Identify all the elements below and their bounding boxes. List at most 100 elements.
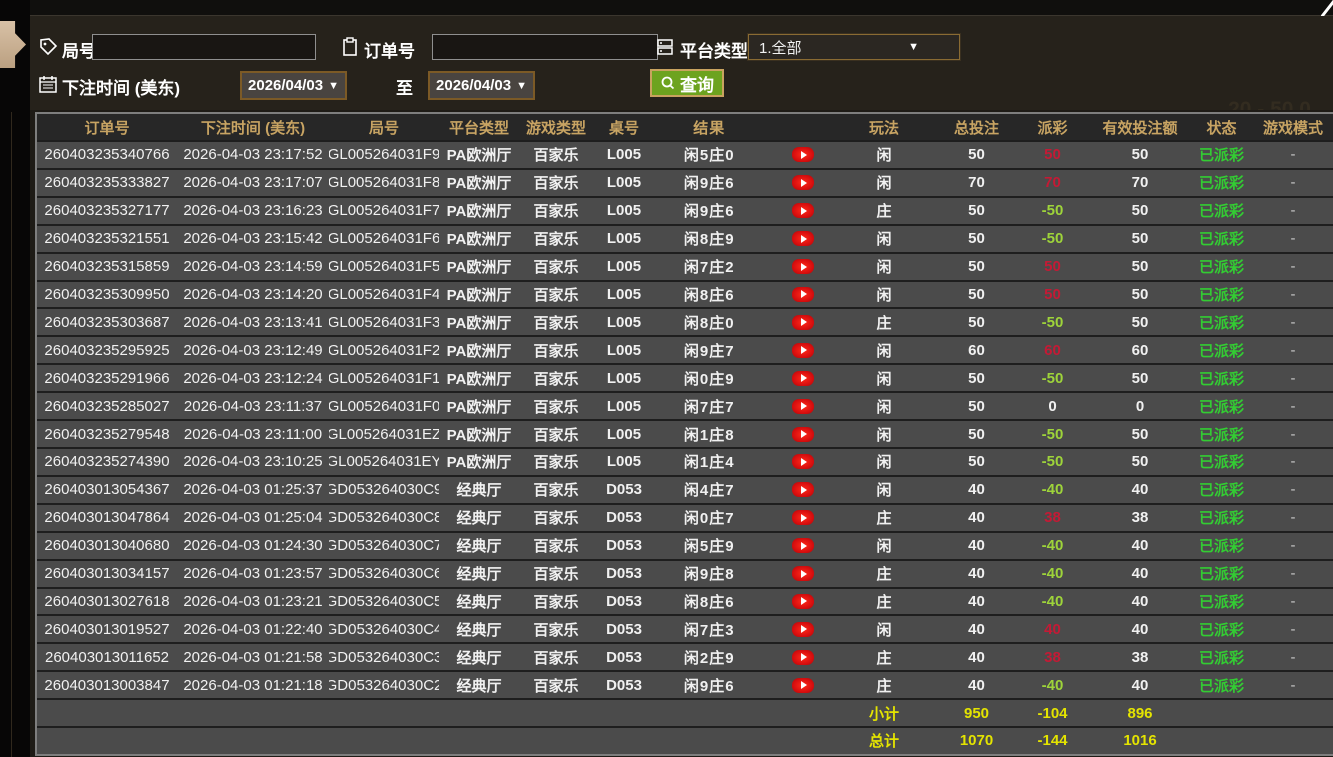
cell-game-type: 百家乐 xyxy=(519,477,593,503)
cell-game-mode: - xyxy=(1253,226,1333,252)
footer-game-mode xyxy=(1253,728,1333,754)
cell-payout: -50 xyxy=(1015,309,1090,335)
cell-result: 闲8庄9 xyxy=(655,226,830,252)
cell-valid-bet: 40 xyxy=(1090,589,1190,615)
play-icon xyxy=(801,179,807,187)
cell-game-type: 百家乐 xyxy=(519,421,593,447)
footer-order-no xyxy=(37,728,177,754)
mouse-cursor xyxy=(1321,0,1333,18)
replay-button[interactable] xyxy=(792,259,814,274)
replay-button[interactable] xyxy=(792,343,814,358)
cell-game-mode: - xyxy=(1253,477,1333,503)
footer-game-mode xyxy=(1253,700,1333,726)
result-text: 闲8庄6 xyxy=(655,284,764,305)
replay-button[interactable] xyxy=(792,538,814,553)
footer-table-no xyxy=(593,728,655,754)
cell-valid-bet: 50 xyxy=(1090,309,1190,335)
replay-button[interactable] xyxy=(792,427,814,442)
main-panel: 20 - 50,0 0 局号 订单号 平台类型 1.全部 ▼ xyxy=(30,0,1333,757)
footer-status xyxy=(1190,728,1253,754)
round-no-input[interactable] xyxy=(92,34,316,60)
sidebar-collapse-handle[interactable] xyxy=(0,21,26,68)
result-text: 闲1庄4 xyxy=(655,451,764,472)
cell-payout: -50 xyxy=(1015,421,1090,447)
replay-button[interactable] xyxy=(792,650,814,665)
replay-button[interactable] xyxy=(792,203,814,218)
cell-round-no: GL005264031EZ xyxy=(329,421,439,447)
play-icon xyxy=(801,514,807,522)
cell-status: 已派彩 xyxy=(1190,616,1253,642)
cell-game-type: 百家乐 xyxy=(519,226,593,252)
cell-round-no: GD053264030C9 xyxy=(329,477,439,503)
footer-status xyxy=(1190,700,1253,726)
order-no-input[interactable] xyxy=(432,34,658,60)
cell-play-type: 闲 xyxy=(830,477,938,503)
cell-game-mode: - xyxy=(1253,449,1333,475)
table-row: 2604032352795482026-04-03 23:11:00GL0052… xyxy=(37,419,1333,447)
play-icon xyxy=(801,681,807,689)
replay-button[interactable] xyxy=(792,287,814,302)
date-from-picker[interactable]: 2026/04/03 ▼ xyxy=(240,71,347,100)
cell-table-no: L005 xyxy=(593,421,655,447)
cell-status: 已派彩 xyxy=(1190,365,1253,391)
cell-game-mode: - xyxy=(1253,142,1333,168)
cell-status: 已派彩 xyxy=(1190,337,1253,363)
cell-payout: 50 xyxy=(1015,254,1090,280)
cell-status: 已派彩 xyxy=(1190,421,1253,447)
cell-platform-type: 经典厅 xyxy=(439,644,519,670)
play-icon xyxy=(801,346,807,354)
cell-play-type: 闲 xyxy=(830,142,938,168)
cell-total-bet: 50 xyxy=(938,142,1015,168)
footer-table-no xyxy=(593,700,655,726)
cell-play-type: 闲 xyxy=(830,365,938,391)
cell-total-bet: 40 xyxy=(938,505,1015,531)
footer-bet-time xyxy=(177,700,329,726)
cell-bet-time: 2026-04-03 23:16:23 xyxy=(177,198,329,224)
result-text: 闲1庄8 xyxy=(655,424,764,445)
cell-table-no: L005 xyxy=(593,309,655,335)
cell-result: 闲9庄6 xyxy=(655,170,830,196)
replay-button[interactable] xyxy=(792,678,814,693)
query-button[interactable]: 查询 xyxy=(650,69,724,97)
cell-platform-type: 经典厅 xyxy=(439,505,519,531)
replay-button[interactable] xyxy=(792,147,814,162)
date-to-picker[interactable]: 2026/04/03 ▼ xyxy=(428,71,535,100)
replay-button[interactable] xyxy=(792,175,814,190)
footer-payout: -104 xyxy=(1015,700,1090,726)
cell-order-no: 260403013047864 xyxy=(37,505,177,531)
replay-button[interactable] xyxy=(792,399,814,414)
cell-result: 闲5庄9 xyxy=(655,533,830,559)
play-icon xyxy=(801,542,807,550)
replay-button[interactable] xyxy=(792,510,814,525)
cell-platform-type: PA欧洲厅 xyxy=(439,254,519,280)
play-icon xyxy=(801,597,807,605)
filter-panel: 20 - 50,0 0 局号 订单号 平台类型 1.全部 ▼ xyxy=(30,16,1333,110)
replay-button[interactable] xyxy=(792,231,814,246)
cell-result: 闲1庄4 xyxy=(655,449,830,475)
replay-button[interactable] xyxy=(792,454,814,469)
cell-total-bet: 40 xyxy=(938,616,1015,642)
cell-valid-bet: 50 xyxy=(1090,282,1190,308)
replay-button[interactable] xyxy=(792,566,814,581)
replay-button[interactable] xyxy=(792,371,814,386)
cell-play-type: 闲 xyxy=(830,170,938,196)
replay-button[interactable] xyxy=(792,622,814,637)
cell-total-bet: 40 xyxy=(938,477,1015,503)
cell-order-no: 260403235333827 xyxy=(37,170,177,196)
cell-table-no: L005 xyxy=(593,365,655,391)
replay-button[interactable] xyxy=(792,594,814,609)
replay-button[interactable] xyxy=(792,482,814,497)
cell-result: 闲7庄7 xyxy=(655,393,830,419)
platform-select[interactable]: 1.全部 ▼ xyxy=(748,34,960,60)
cell-order-no: 260403235291966 xyxy=(37,365,177,391)
cell-order-no: 260403235285027 xyxy=(37,393,177,419)
replay-button[interactable] xyxy=(792,315,814,330)
cell-table-no: L005 xyxy=(593,254,655,280)
cell-total-bet: 40 xyxy=(938,672,1015,698)
result-text: 闲8庄6 xyxy=(655,591,764,612)
cell-bet-time: 2026-04-03 23:13:41 xyxy=(177,309,329,335)
footer-valid-bet: 896 xyxy=(1090,700,1190,726)
cell-table-no: D053 xyxy=(593,589,655,615)
table-header-row: 订单号下注时间 (美东)局号平台类型游戏类型桌号结果玩法总投注派彩有效投注额状态… xyxy=(37,114,1333,140)
col-header-total-bet: 总投注 xyxy=(938,114,1015,140)
